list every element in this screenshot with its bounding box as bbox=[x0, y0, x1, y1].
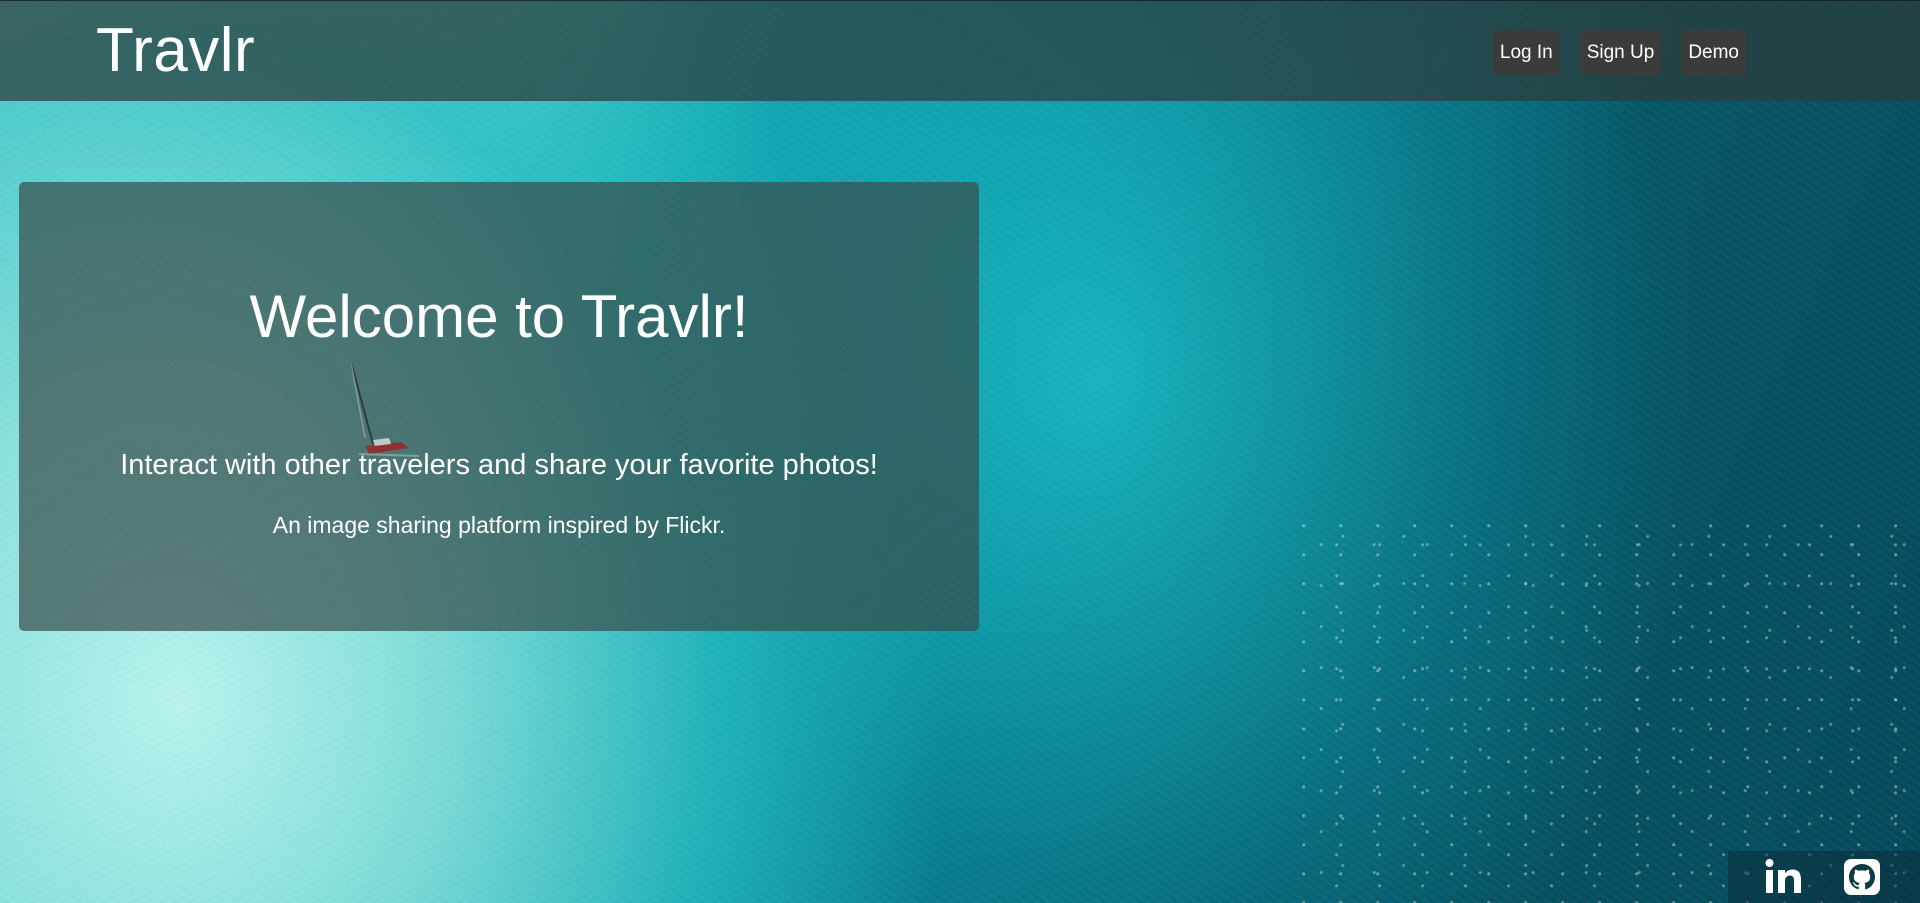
water-sparkles bbox=[1300, 520, 1920, 903]
navbar: Travlr Log In Sign Up Demo bbox=[0, 0, 1920, 101]
linkedin-link[interactable] bbox=[1764, 857, 1804, 902]
login-button[interactable]: Log In bbox=[1492, 30, 1560, 75]
landing-page: Travlr Log In Sign Up Demo Welcome to Tr… bbox=[0, 0, 1920, 903]
welcome-card: Welcome to Travlr! Interact with other t… bbox=[19, 182, 979, 631]
logo[interactable]: Travlr bbox=[96, 15, 255, 87]
welcome-title: Welcome to Travlr! bbox=[249, 283, 749, 350]
social-links bbox=[1728, 851, 1920, 903]
welcome-subtitle: An image sharing platform inspired by Fl… bbox=[272, 512, 726, 538]
github-link[interactable] bbox=[1842, 857, 1882, 902]
linkedin-icon bbox=[1765, 859, 1801, 893]
nav-buttons: Log In Sign Up Demo bbox=[1492, 30, 1746, 75]
welcome-tagline: Interact with other travelers and share … bbox=[120, 449, 878, 481]
demo-button[interactable]: Demo bbox=[1681, 30, 1746, 75]
signup-button[interactable]: Sign Up bbox=[1579, 30, 1662, 75]
github-icon bbox=[1844, 859, 1880, 895]
